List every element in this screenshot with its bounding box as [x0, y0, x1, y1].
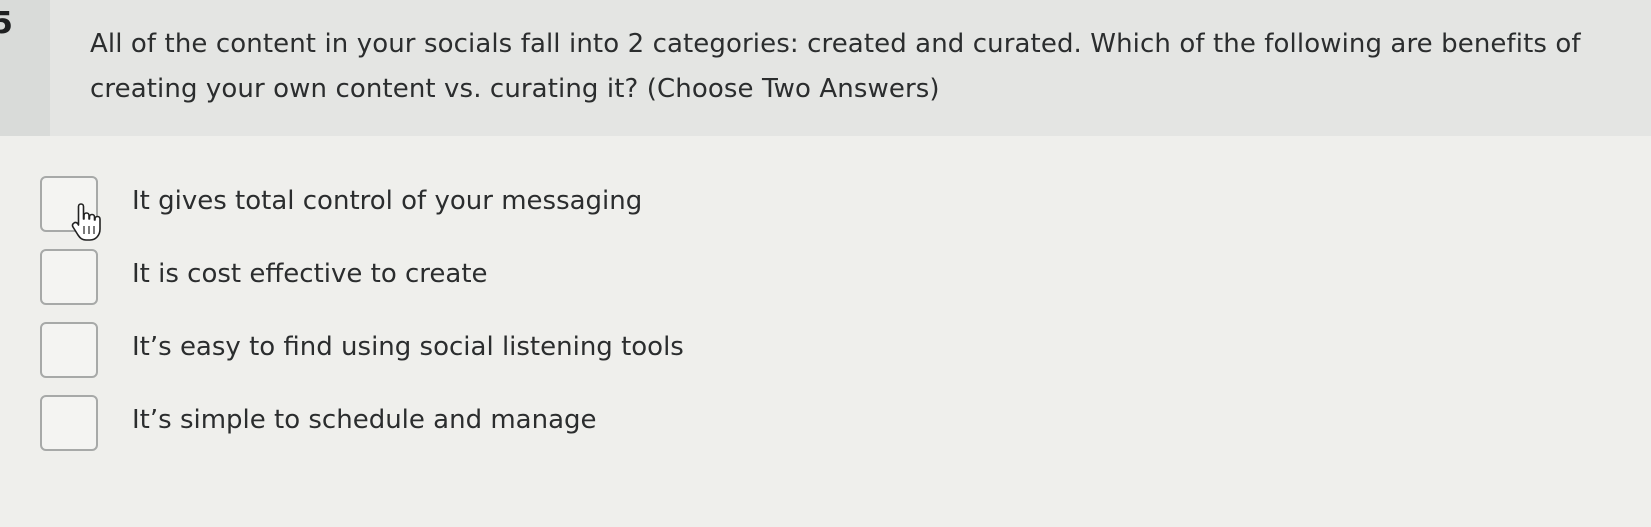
answer-option-3[interactable]: It’s easy to find using social listening…	[40, 322, 940, 382]
answer-checkbox-1[interactable]	[40, 176, 98, 232]
answer-option-1[interactable]: It gives total control of your messaging	[40, 176, 940, 241]
answer-options: It gives total control of your messaging…	[0, 136, 1651, 527]
answer-option-4[interactable]: It’s simple to schedule and manage	[40, 395, 940, 455]
answer-checkbox-3[interactable]	[40, 322, 98, 378]
answer-label-1: It gives total control of your messaging	[132, 186, 643, 216]
question-header: All of the content in your socials fall …	[50, 0, 1651, 136]
answer-checkbox-4[interactable]	[40, 395, 98, 451]
question-number-strip: 5	[0, 0, 50, 136]
answer-label-3: It’s easy to find using social listening…	[132, 332, 684, 362]
answer-checkbox-2[interactable]	[40, 249, 98, 305]
question-text: All of the content in your socials fall …	[90, 29, 1581, 104]
answer-label-4: It’s simple to schedule and manage	[132, 405, 597, 435]
question-number: 5	[0, 6, 13, 41]
answer-label-2: It is cost effective to create	[132, 259, 488, 289]
answer-option-2[interactable]: It is cost effective to create	[40, 249, 940, 309]
